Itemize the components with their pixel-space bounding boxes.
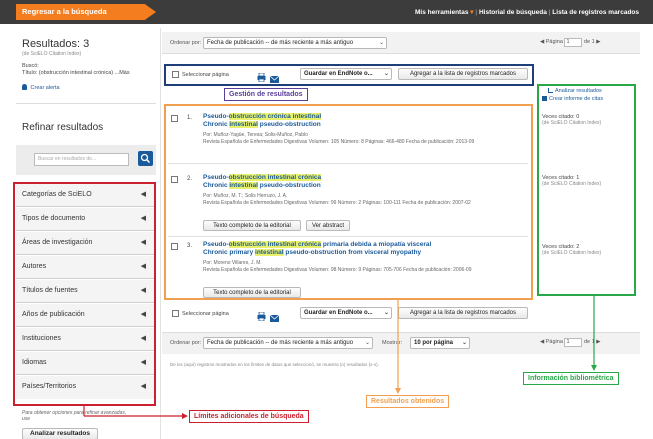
annotation-label-bibliometric: Información bibliométrica xyxy=(523,372,619,385)
annotation-label-limits: Límites adicionales de búsqueda xyxy=(189,410,309,423)
annotation-label-results: Resultados obtenidos xyxy=(366,395,450,408)
